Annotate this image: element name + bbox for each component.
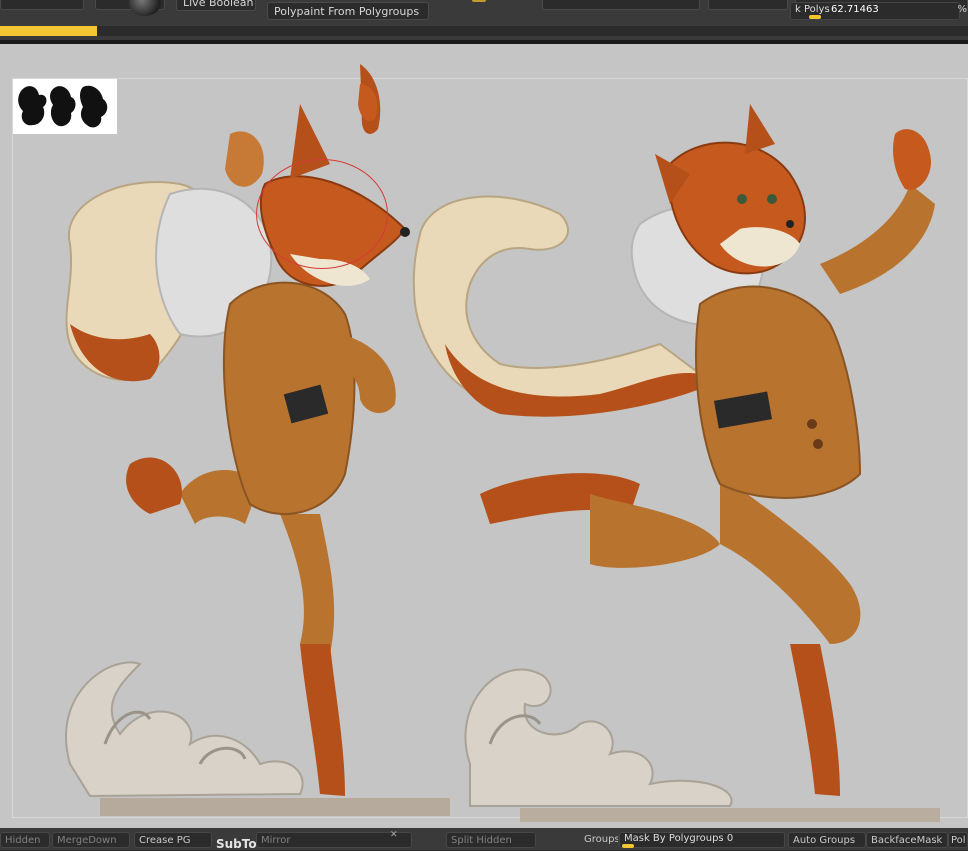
top-toolbar: Live Boolean Polypaint From Polygroups k… [0,0,968,44]
progress-bar-fill [0,26,97,36]
live-boolean-button[interactable]: Live Boolean [176,0,256,11]
navigation-thumbnail[interactable] [13,79,117,134]
fox-model-right [412,104,935,807]
crease-pg-label: Crease PG [139,835,191,846]
split-hidden-button[interactable]: Split Hidden [446,832,536,848]
kpolys-slider-knob[interactable] [809,15,821,19]
crease-pg-button[interactable]: Crease PG [134,832,212,848]
toolbar-button-truncated-1[interactable] [0,0,84,10]
mask-by-polygroups-label: Mask By Polygroups [624,833,724,844]
split-hidden-label: Split Hidden [451,835,512,846]
ground-base-right [520,808,940,822]
mirror-label: Mirror [261,835,291,846]
live-boolean-label: Live Boolean [183,0,254,9]
toolbar-button-truncated-4[interactable] [708,0,788,10]
backface-mask-button[interactable]: BackfaceMask [866,832,948,848]
mirror-button[interactable]: Mirror [256,832,412,848]
truncated-label: Pol [951,835,966,846]
auto-groups-button[interactable]: Auto Groups [788,832,866,848]
merge-down-label: MergeDown [57,835,117,846]
auto-groups-label: Auto Groups [793,835,856,846]
mask-by-polygroups-slider[interactable]: Mask By Polygroups 0 [619,832,785,848]
backface-mask-label: BackfaceMask [871,835,943,846]
polypaint-from-polygroups-button[interactable]: Polypaint From Polygroups [267,2,429,20]
silhouette-thumbnail-icon [18,85,108,128]
kpolys-unit: % [957,4,967,15]
merge-down-button[interactable]: MergeDown [52,832,130,848]
canvas-viewport[interactable] [0,44,968,828]
palette-close-icon[interactable]: ✕ [390,830,398,840]
material-sphere-icon[interactable] [129,0,161,16]
mask-by-polygroups-value: 0 [726,833,734,844]
ground-base-left [100,798,450,816]
kpolys-value: 62.71463 [831,4,879,15]
polypaint-from-polygroups-label: Polypaint From Polygroups [274,5,420,18]
truncated-button[interactable]: Pol [948,832,968,848]
kpolys-slider[interactable]: k Polys 62.71463 % [790,2,967,20]
groups-label: Groups [584,834,618,845]
progress-bar [0,26,968,36]
sculpt-scene [65,64,935,807]
groups-button[interactable]: Groups [580,832,618,848]
kpolys-label: k Polys [795,4,830,15]
toolbar-button-truncated-3[interactable] [542,0,700,10]
toolbar-indicator-icon [472,0,486,2]
brush-cursor-circle [256,159,388,269]
hidden-label: Hidden [5,835,41,846]
bottom-toolbar: Hidden MergeDown Crease PG SubTool Mirro… [0,828,968,851]
mask-by-polygroups-knob[interactable] [622,844,634,848]
hidden-button[interactable]: Hidden [0,832,50,848]
